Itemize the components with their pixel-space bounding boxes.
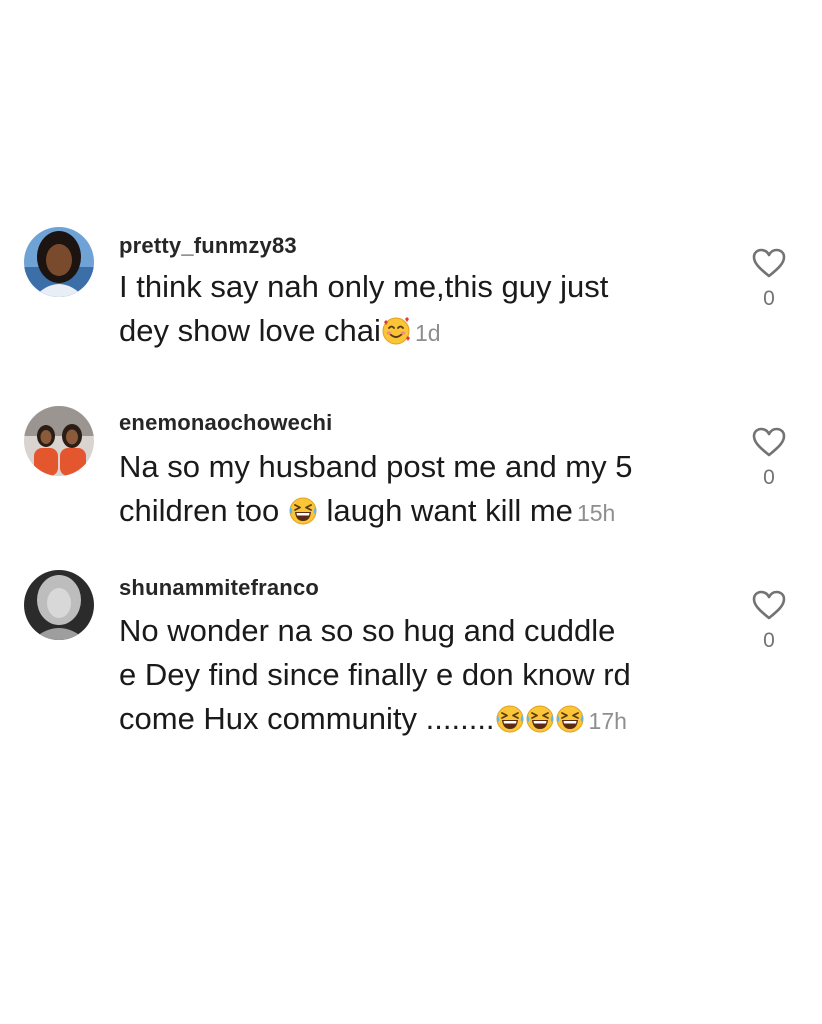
comment-text: I think say nah only me,this guy just de… [119, 265, 719, 355]
heart-outline-icon [752, 427, 786, 457]
comment-timestamp: 15h [576, 500, 616, 526]
avatar[interactable] [24, 570, 94, 640]
like-count: 0 [763, 287, 775, 310]
comment-line-last: come Hux community ........ 17h [119, 697, 719, 743]
avatar-photo [24, 570, 94, 640]
like-button[interactable]: 0 [749, 426, 789, 490]
comment-timestamp: 1d [414, 320, 441, 346]
avatar-photo [24, 406, 94, 476]
like-count: 0 [763, 629, 775, 652]
comment-line: Na so my husband post me and my 5 [119, 449, 633, 484]
heart-outline-icon [752, 248, 786, 278]
comment-username[interactable]: pretty_funmzy83 [119, 233, 297, 259]
comment-line-text: come Hux community ........ [119, 701, 495, 736]
comment-line-text: dey show love chai [119, 313, 381, 348]
heart-outline-icon [752, 590, 786, 620]
comment-line: I think say nah only me,this guy just [119, 269, 609, 304]
comment-line: e Dey find since finally e don know rd [119, 657, 631, 692]
comment-line-text: children too [119, 493, 280, 528]
grinning-squinting-face-icon [288, 496, 318, 526]
comment-timestamp: 17h [588, 708, 627, 734]
grinning-squinting-face-icon [555, 704, 585, 734]
comment-line-last: dey show love chai 1d [119, 309, 719, 355]
like-button[interactable]: 0 [749, 247, 789, 311]
like-button[interactable]: 0 [749, 589, 789, 653]
comment-username[interactable]: enemonaochowechi [119, 410, 332, 436]
avatar[interactable] [24, 406, 94, 476]
smiling-face-with-hearts-icon [381, 316, 411, 346]
like-count: 0 [763, 466, 775, 489]
comment-line: No wonder na so so hug and cuddle [119, 613, 616, 648]
grinning-squinting-face-icon [525, 704, 555, 734]
grinning-squinting-face-icon [495, 704, 525, 734]
avatar-photo [24, 227, 94, 297]
comment-line-last: children too laugh want kill me 15h [119, 489, 719, 535]
comment-username[interactable]: shunammitefranco [119, 575, 319, 601]
comment-text: No wonder na so so hug and cuddle e Dey … [119, 609, 719, 743]
comment-text: Na so my husband post me and my 5 childr… [119, 445, 719, 535]
avatar[interactable] [24, 227, 94, 297]
comment-line-text: laugh want kill me [326, 493, 573, 528]
